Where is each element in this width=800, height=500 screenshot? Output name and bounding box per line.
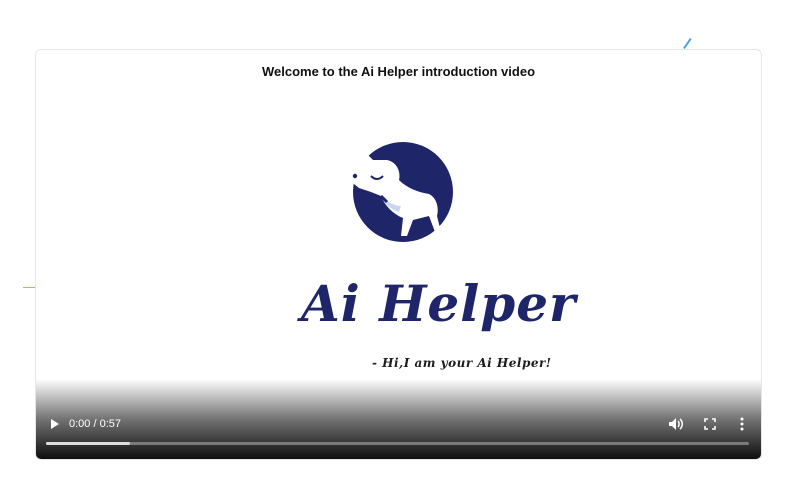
time-display: 0:00 / 0:57 (69, 418, 121, 430)
play-button[interactable] (44, 411, 66, 437)
fullscreen-icon (704, 418, 716, 430)
more-options-button[interactable] (732, 411, 752, 437)
volume-icon (669, 418, 683, 430)
video-player[interactable]: Welcome to the Ai Helper introduction vi… (35, 49, 762, 460)
brand-wordmark: Ai Helper (301, 274, 577, 333)
progress-bar[interactable] (46, 442, 749, 445)
dog-logo-icon (349, 142, 453, 242)
progress-buffered (46, 442, 131, 445)
video-title: Welcome to the Ai Helper introduction vi… (261, 64, 536, 79)
more-options-icon (740, 417, 744, 431)
decorative-line (23, 287, 35, 288)
video-tagline: - Hi,I am your Ai Helper! (372, 356, 552, 370)
decorative-line (683, 38, 692, 49)
volume-button[interactable] (664, 411, 688, 437)
page: Welcome to the Ai Helper introduction vi… (0, 0, 800, 500)
play-icon (51, 419, 59, 429)
control-bar: 0:00 / 0:57 (36, 411, 761, 437)
fullscreen-button[interactable] (698, 411, 722, 437)
